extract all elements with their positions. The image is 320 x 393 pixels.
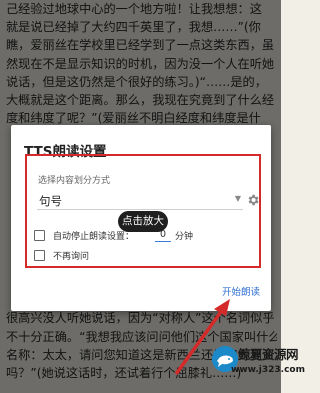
zoom-tooltip: 点击放大 [118,211,168,232]
no-ask-row: 不再询问 [34,249,134,265]
auto-stop-unit: 分钟 [175,232,194,242]
split-mode-value: 句号 [39,194,62,208]
watermark: 鲸夏资源网 www.j323.com [212,340,305,392]
no-ask-checkbox[interactable] [34,250,45,261]
watermark-url: www.j323.com [231,365,305,375]
gear-icon[interactable] [246,193,260,207]
auto-stop-checkbox[interactable] [34,230,45,241]
chevron-down-icon: ▼ [234,194,241,203]
start-reading-button[interactable]: 开始朗读 [222,284,260,298]
split-mode-label: 选择内容划分方式 [38,176,111,186]
no-ask-label: 不再询问 [53,252,90,262]
split-mode-select[interactable]: 句号 ▼ [37,188,243,210]
watermark-title: 鲸夏资源网 [238,347,299,362]
auto-stop-label: 自动停止朗读设置： [53,232,135,242]
